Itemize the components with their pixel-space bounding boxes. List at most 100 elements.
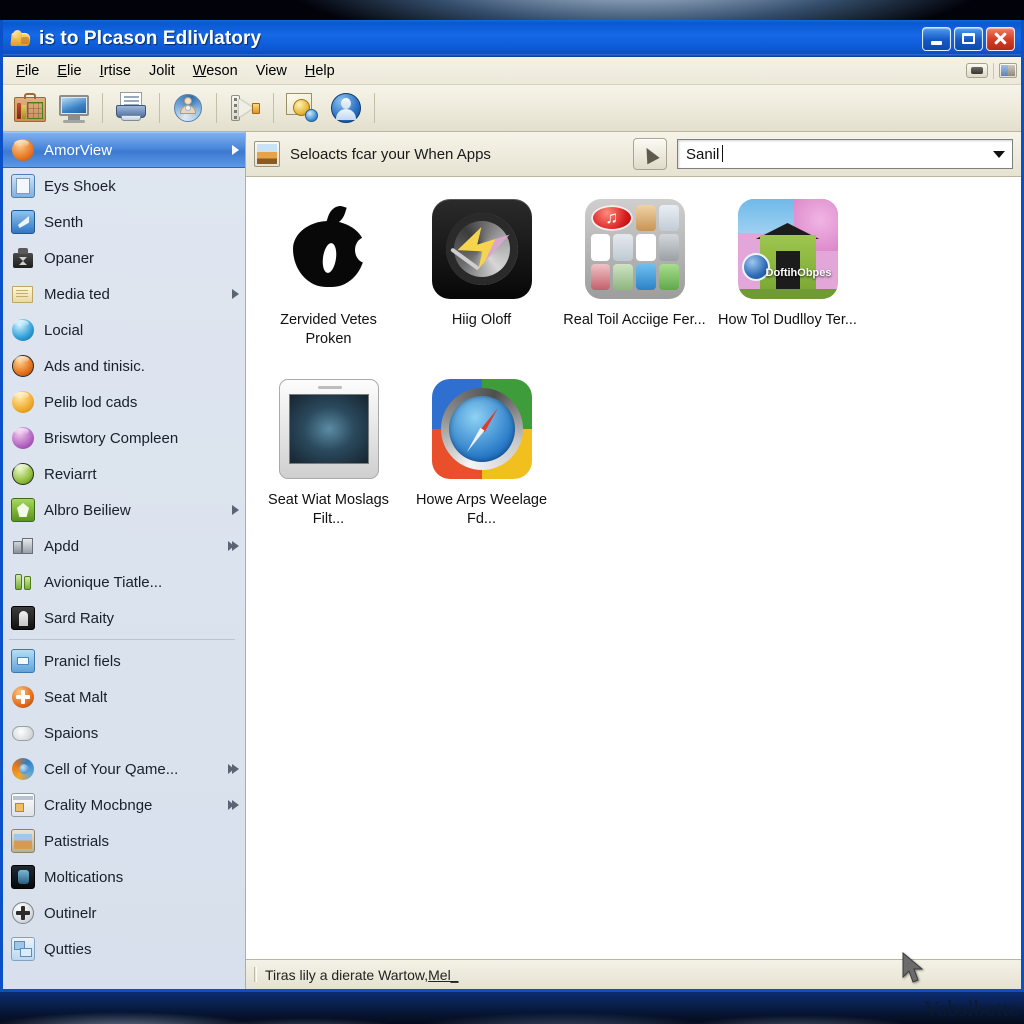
feather-pointer-button[interactable] [633,138,667,170]
sidebar-label: Pranicl fiels [44,652,121,670]
folder-tiles-icon [584,199,685,299]
menu-bar-right-controls [966,62,1021,79]
cloud-gray-icon [11,721,35,745]
split-view-icon[interactable] [999,63,1017,78]
menu-item-irtise[interactable]: Irtise [91,61,140,81]
sidebar-label: Sard Raity [44,609,115,627]
sidebar-item-patistrials[interactable]: Patistrials [3,823,245,859]
orb-green-icon [11,462,35,486]
content-header-title: Seloacts fcar your When Apps [290,145,491,163]
app-label: Real Toil Acciige Fer... [563,312,706,328]
maximize-button[interactable] [954,26,983,51]
window-body: AmorView Eys Shoek Senth Opaner Media te… [3,132,1021,989]
balloon-yellow-icon [11,390,35,414]
search-combobox[interactable]: Sanil [677,139,1013,169]
toolbar-divider [216,93,217,123]
toolbar-divider [273,93,274,123]
chevron-right-icon [232,289,239,299]
sidebar-label: Reviarrt [44,465,97,483]
toolbar-divider [374,93,375,123]
firefox-icon [11,757,35,781]
sidebar-item-albro-beiliew[interactable]: Albro Beiliew [3,492,245,528]
tablet-display-icon [278,379,379,479]
sidebar-item-ads-and-tinisic[interactable]: Ads and tinisic. [3,348,245,384]
status-bar: Tiras lily a dierate Wartow, Mel_ [246,959,1021,989]
library-case-button[interactable] [9,88,51,128]
sidebar-item-crality-mocbnge[interactable]: Crality Mocbnge [3,787,245,823]
scanner-gray-icon [11,246,35,270]
sidebar-item-seat-malt[interactable]: Seat Malt [3,679,245,715]
sidebar-label: Avionique Tiatle... [44,573,163,591]
sidebar-item-reviarrt[interactable]: Reviarrt [3,456,245,492]
sidebar-label: Seat Malt [44,688,108,706]
print-button[interactable] [110,88,152,128]
menu-item-weson[interactable]: Weson [184,61,247,81]
film-export-button[interactable] [224,88,266,128]
sidebar-label: Cell of Your Qame... [44,760,179,778]
sidebar-item-opaner[interactable]: Opaner [3,240,245,276]
app-label: How Tol Dudlloy Ter... [718,312,857,328]
sidebar-label: Senth [44,213,84,231]
coins-gray-icon [11,534,35,558]
apple-logo-icon [279,199,379,299]
folder-gold-icon [10,28,32,50]
disc-user-icon [171,91,205,125]
menu-item-elie[interactable]: Elie [48,61,90,81]
title-bar: is to Plcason Edlivlatory [3,20,1021,57]
frame-web-icon [285,91,319,125]
menu-item-view[interactable]: View [247,61,296,81]
sidebar-item-sard-raity[interactable]: Sard Raity [3,600,245,636]
disc-user-button[interactable] [167,88,209,128]
status-link[interactable]: Mel_ [428,967,458,983]
search-input[interactable]: Sanil [686,144,724,163]
app-item[interactable]: Real Toil Acciige Fer... [558,191,711,371]
content-pane: Seloacts fcar your When Apps Sanil Zervi… [246,132,1021,989]
sidebar-item-briswtory-compleen[interactable]: Briswtory Compleen [3,420,245,456]
house-photo-icon: DoftihObpes [737,199,838,299]
close-button[interactable] [986,26,1015,51]
sidebar-item-pelib-lod-cads[interactable]: Pelib lod cads [3,384,245,420]
status-grip [254,967,257,982]
quicktime-icon [431,199,532,299]
status-text: Tiras lily a dierate Wartow, [265,966,429,983]
monitor-button[interactable] [53,88,95,128]
sidebar-item-media-ted[interactable]: Media ted [3,276,245,312]
sidebar-item-cell-of-your-qame[interactable]: Cell of Your Qame... [3,751,245,787]
sidebar-item-spaions[interactable]: Spaions [3,715,245,751]
app-icon-grid[interactable]: Zervided Vetes Proken Hiig Oloff ♫ Real … [246,177,1021,959]
sidebar-label: Locial [44,321,84,339]
sidebar-item-eys-shoek[interactable]: Eys Shoek [3,168,245,204]
menu-divider [993,62,994,79]
menu-item-help[interactable]: Help [296,61,344,81]
sidebar-item-senth[interactable]: Senth [3,204,245,240]
frame-web-button[interactable] [281,88,323,128]
display-toggle-icon[interactable] [966,63,988,78]
sidebar-label: Outinelr [44,904,97,922]
sidebar-item-pranicl-fiels[interactable]: Pranicl fiels [3,643,245,679]
sidebar-item-qutties[interactable]: Qutties [3,931,245,967]
sidebar-item-amorview[interactable]: AmorView [3,132,245,168]
sidebar-label: Patistrials [44,832,110,850]
application-window: is to Plcason Edlivlatory File Elie Irti… [0,20,1024,992]
minimize-button[interactable] [922,26,951,51]
app-item[interactable]: Zervided Vetes Proken [252,191,405,371]
menu-item-file[interactable]: File [7,61,48,81]
menu-item-jolit[interactable]: Jolit [140,61,184,81]
sidebar-item-apdd[interactable]: Apdd [3,528,245,564]
sidebar-label: Albro Beiliew [44,501,131,519]
app-label: Zervided Vetes Proken [280,312,377,347]
app-item[interactable]: Hiig Oloff [405,191,558,371]
chevron-down-icon[interactable] [988,141,1010,167]
window-title: is to Plcason Edlivlatory [39,27,262,49]
app-item[interactable]: Seat Wiat Moslags Filt... [252,371,405,551]
sidebar-item-moltications[interactable]: Moltications [3,859,245,895]
sidebar-item-avionique-tiatle[interactable]: Avionique Tiatle... [3,564,245,600]
user-account-button[interactable] [325,88,367,128]
app-item[interactable]: Howe Arps Weelage Fd... [405,371,558,551]
sidebar-item-locial[interactable]: Locial [3,312,245,348]
sidebar[interactable]: AmorView Eys Shoek Senth Opaner Media te… [3,132,246,989]
app-item[interactable]: DoftihObpes How Tol Dudlloy Ter... [711,191,864,371]
pen-blue-icon [11,210,35,234]
photo-frame-icon [11,829,35,853]
sidebar-item-outinelr[interactable]: Outinelr [3,895,245,931]
